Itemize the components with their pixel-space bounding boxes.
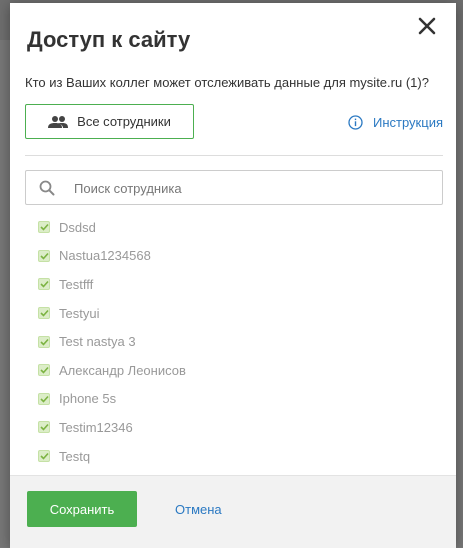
cancel-button[interactable]: Отмена bbox=[175, 502, 222, 517]
close-button[interactable] bbox=[416, 15, 438, 37]
employee-checkbox[interactable] bbox=[38, 450, 50, 463]
dialog-title: Доступ к сайту bbox=[27, 27, 191, 52]
employee-checkbox[interactable] bbox=[38, 278, 50, 291]
check-icon bbox=[39, 252, 49, 260]
check-icon bbox=[39, 310, 49, 317]
save-button[interactable]: Сохранить bbox=[27, 491, 137, 527]
employee-name: Nastua1234568 bbox=[59, 248, 151, 264]
employee-list-item[interactable]: Testim12346 bbox=[38, 413, 438, 442]
employee-list-item[interactable]: Dsdsd bbox=[38, 213, 438, 242]
all-employees-button[interactable]: Все сотрудники bbox=[25, 104, 194, 139]
employee-checkbox[interactable] bbox=[38, 221, 50, 234]
employee-checkbox[interactable] bbox=[38, 364, 50, 377]
employee-list-item[interactable]: Testfff bbox=[38, 270, 438, 299]
employee-name: Testq bbox=[59, 448, 91, 464]
employee-name: Dsdsd bbox=[59, 219, 96, 235]
employee-list-item[interactable]: Nastua1234568 bbox=[38, 242, 438, 271]
employee-list: Dsdsd Nastua1234568 Testfff Testyui Test nas… bbox=[38, 213, 438, 470]
check-icon bbox=[39, 453, 49, 460]
dialog-subtitle: Кто из Ваших коллег может отслеживать да… bbox=[25, 75, 429, 90]
info-icon bbox=[348, 115, 363, 130]
employee-list-item[interactable]: Testyui bbox=[38, 299, 438, 328]
search-box bbox=[25, 170, 443, 206]
employee-name: Testfff bbox=[59, 276, 94, 292]
employee-checkbox[interactable] bbox=[38, 392, 50, 405]
check-icon bbox=[39, 367, 49, 374]
employee-list-item[interactable]: Testq bbox=[38, 442, 438, 471]
dialog-footer: Сохранить Отмена bbox=[10, 475, 456, 548]
employee-list-item[interactable]: Iphone 5s bbox=[38, 385, 438, 414]
employee-name: Александр Леонисов bbox=[59, 362, 186, 378]
search-input[interactable] bbox=[72, 171, 436, 206]
check-icon bbox=[39, 424, 49, 432]
access-dialog: Доступ к сайту Кто из Ваших коллег может… bbox=[10, 3, 456, 548]
help-link[interactable]: Инструкция bbox=[348, 115, 443, 130]
employee-name: Testyui bbox=[59, 305, 100, 321]
check-icon bbox=[39, 338, 49, 346]
employee-name: Testim12346 bbox=[59, 419, 133, 435]
check-icon bbox=[39, 281, 49, 289]
help-link-label: Инструкция bbox=[373, 115, 443, 130]
employee-list-item[interactable]: Александр Леонисов bbox=[38, 356, 438, 385]
employee-checkbox[interactable] bbox=[38, 249, 50, 262]
employee-list-item[interactable]: Test nastya 3 bbox=[38, 327, 438, 356]
search-icon bbox=[39, 180, 55, 196]
employee-checkbox[interactable] bbox=[38, 307, 50, 320]
employee-name: Iphone 5s bbox=[59, 391, 117, 407]
check-icon bbox=[39, 395, 49, 403]
employee-checkbox[interactable] bbox=[38, 421, 50, 434]
employee-name: Test nastya 3 bbox=[59, 334, 136, 350]
close-icon bbox=[418, 17, 436, 35]
check-icon bbox=[39, 224, 49, 231]
divider bbox=[25, 155, 443, 156]
all-employees-label: Все сотрудники bbox=[77, 114, 171, 129]
group-icon bbox=[48, 115, 69, 128]
employee-checkbox[interactable] bbox=[38, 335, 50, 348]
